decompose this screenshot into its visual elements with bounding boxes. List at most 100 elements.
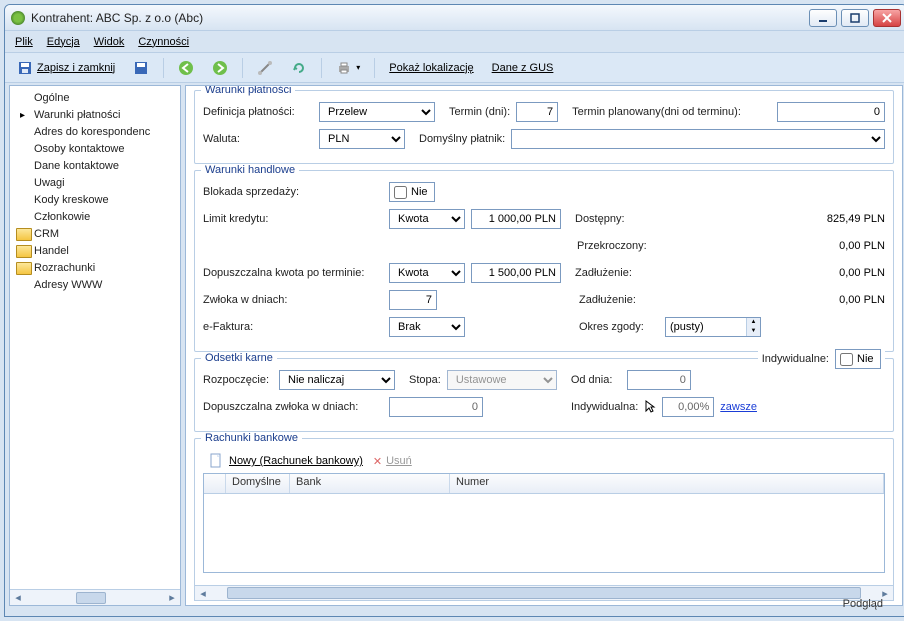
nav-warunki-platnosci[interactable]: Warunki płatności	[10, 107, 180, 124]
debt-value: 0,00 PLN	[661, 267, 885, 279]
nav-osoby[interactable]: Osoby kontaktowe	[10, 141, 180, 158]
maximize-button[interactable]	[841, 9, 869, 27]
titlebar: Kontrahent: ABC Sp. z o.o (Abc)	[5, 5, 904, 31]
from-label: Od dnia:	[571, 374, 621, 386]
indiv-label: Indywidualne:	[762, 353, 829, 365]
limit-type-select[interactable]: Kwota	[389, 209, 465, 229]
start-select[interactable]: Nie naliczaj	[279, 370, 395, 390]
new-bank-button[interactable]: Nowy (Rachunek bankowy)	[209, 453, 363, 469]
defpayer-label: Domyślny płatnik:	[419, 133, 505, 145]
block-label: Blokada sprzedaży:	[203, 186, 383, 198]
document-icon	[209, 453, 225, 469]
def-select[interactable]: Przelew	[319, 102, 435, 122]
nav-uwagi[interactable]: Uwagi	[10, 175, 180, 192]
overrun-label: Przekroczony:	[577, 240, 657, 252]
disk-small-icon	[133, 60, 149, 76]
tools-button[interactable]	[251, 58, 279, 78]
forward-icon	[212, 60, 228, 76]
group-payment: Warunki płatności Definicja płatności: P…	[194, 90, 894, 164]
group-banks: Rachunki bankowe Nowy (Rachunek bankowy)…	[194, 438, 894, 596]
save-close-button[interactable]: Zapisz i zamknij	[11, 58, 121, 78]
col-blank[interactable]	[204, 474, 226, 493]
indiv-checkbox[interactable]: Nie	[835, 349, 881, 369]
limit-input[interactable]	[471, 209, 561, 229]
debt2-value: 0,00 PLN	[665, 294, 885, 306]
tools-icon	[257, 60, 273, 76]
toolbar: Zapisz i zamknij ▾ Pokaż lokalizację Dan…	[5, 53, 904, 83]
save-close-label: Zapisz i zamknij	[37, 62, 115, 74]
avail-label: Dostępny:	[575, 213, 655, 225]
col-bank[interactable]: Bank	[290, 474, 450, 493]
menu-widok[interactable]: Widok	[94, 36, 125, 48]
back-button[interactable]	[172, 58, 200, 78]
refresh-icon	[291, 60, 307, 76]
x-icon: ✕	[373, 455, 382, 468]
overdue-input[interactable]	[471, 263, 561, 283]
overdue-type-select[interactable]: Kwota	[389, 263, 465, 283]
window-title: Kontrahent: ABC Sp. z o.o (Abc)	[31, 11, 809, 25]
delay-label: Zwłoka w dniach:	[203, 294, 383, 306]
col-default[interactable]: Domyślne	[226, 474, 290, 493]
disk-icon	[17, 60, 33, 76]
group-interest-title: Odsetki karne	[201, 352, 277, 364]
group-interest: Odsetki karne Indywidualne: Nie Rozpoczę…	[194, 358, 894, 432]
nav-handel[interactable]: Handel	[10, 243, 180, 260]
group-banks-title: Rachunki bankowe	[201, 432, 302, 444]
int-delay-label: Dopuszczalna zwłoka w dniach:	[203, 401, 383, 413]
always-link[interactable]: zawsze	[720, 401, 757, 413]
nav-kody[interactable]: Kody kreskowe	[10, 192, 180, 209]
planned-input[interactable]	[777, 102, 885, 122]
nav-adresy-www[interactable]: Adresy WWW	[10, 277, 180, 294]
einv-label: e-Faktura:	[203, 321, 383, 333]
menu-plik[interactable]: Plik	[15, 36, 33, 48]
consent-spinbox[interactable]: ▲▼	[665, 317, 761, 337]
nav-adres[interactable]: Adres do korespondenc	[10, 124, 180, 141]
currency-select[interactable]: PLN	[319, 129, 405, 149]
term-label: Termin (dni):	[449, 106, 510, 118]
del-bank-button[interactable]: ✕ Usuń	[373, 455, 412, 468]
overdue-label: Dopuszczalna kwota po terminie:	[203, 267, 383, 279]
menu-czynnosci[interactable]: Czynności	[138, 36, 189, 48]
main-panel: Warunki płatności Definicja płatności: P…	[185, 85, 903, 606]
group-payment-title: Warunki płatności	[201, 85, 295, 96]
menu-edycja[interactable]: Edycja	[47, 36, 80, 48]
nav-ogolne[interactable]: Ogólne	[10, 90, 180, 107]
group-trade: Warunki handlowe Blokada sprzedaży: Nie …	[194, 170, 894, 352]
currency-label: Waluta:	[203, 133, 313, 145]
bank-grid[interactable]: Domyślne Bank Numer	[203, 473, 885, 573]
refresh-button[interactable]	[285, 58, 313, 78]
limit-label: Limit kredytu:	[203, 213, 383, 225]
statusbar: Podgląd	[5, 598, 904, 616]
gus-button[interactable]: Dane z GUS	[486, 60, 560, 76]
show-location-button[interactable]: Pokaż lokalizację	[383, 60, 479, 76]
col-number[interactable]: Numer	[450, 474, 884, 493]
minimize-button[interactable]	[809, 9, 837, 27]
cursor-icon	[644, 399, 656, 415]
debt-label: Zadłużenie:	[575, 267, 655, 279]
nav-crm[interactable]: CRM	[10, 226, 180, 243]
indiv2-label: Indywidualna:	[571, 401, 638, 413]
block-checkbox[interactable]: Nie	[389, 182, 435, 202]
menubar: Plik Edycja Widok Czynności	[5, 31, 904, 53]
delay-input[interactable]	[389, 290, 437, 310]
nav-czlonkowie[interactable]: Członkowie	[10, 209, 180, 226]
statusbar-text: Podgląd	[843, 598, 883, 616]
sidebar: Ogólne Warunki płatności Adres do koresp…	[9, 85, 181, 606]
start-label: Rozpoczęcie:	[203, 374, 273, 386]
rate-label: Stopa:	[409, 374, 441, 386]
term-input[interactable]	[516, 102, 558, 122]
back-icon	[178, 60, 194, 76]
defpayer-select[interactable]	[511, 129, 885, 149]
rate-select: Ustawowe	[447, 370, 557, 390]
print-button[interactable]: ▾	[330, 58, 366, 78]
nav-rozrachunki[interactable]: Rozrachunki	[10, 260, 180, 277]
close-button[interactable]	[873, 9, 901, 27]
def-label: Definicja płatności:	[203, 106, 313, 118]
overrun-value: 0,00 PLN	[663, 240, 885, 252]
forward-button[interactable]	[206, 58, 234, 78]
nav-dane-kontaktowe[interactable]: Dane kontaktowe	[10, 158, 180, 175]
indiv2-input	[662, 397, 714, 417]
einv-select[interactable]: Brak	[389, 317, 465, 337]
save-button[interactable]	[127, 58, 155, 78]
consent-label: Okres zgody:	[579, 321, 659, 333]
